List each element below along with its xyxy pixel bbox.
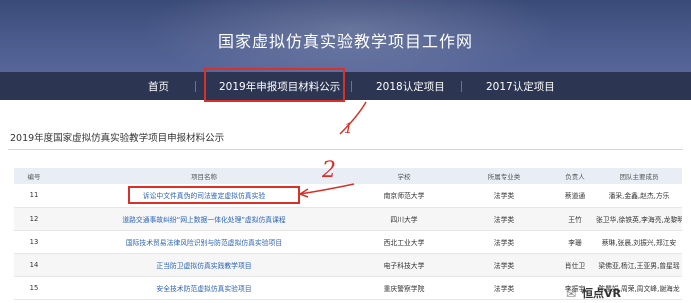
col-header-discipline: 所属专业类: [454, 168, 554, 184]
project-link[interactable]: 正当防卫虚拟仿真实践教学项目: [54, 253, 354, 277]
nav-2018-projects[interactable]: 2018认定项目: [376, 79, 445, 94]
main-nav: 首页 2019年申报项目材料公示 2018认定项目 2017认定项目: [0, 72, 691, 100]
project-link[interactable]: 道路交通事故纠纷“网上数据一体化处理”虚拟仿真课程: [54, 207, 354, 231]
table-row: 13 国际技术贸易法律风险识别与防范虚拟仿真实验项目 西北工业大学 法学类 李珊…: [14, 230, 682, 254]
project-link[interactable]: 安全技术防范虚拟仿真实验项目: [54, 276, 354, 300]
cell-number: 13: [14, 230, 54, 254]
cell-discipline: 法学类: [454, 230, 554, 254]
section-title: 2019年度国家虚拟仿真实验教学项目申报材料公示: [10, 133, 225, 144]
nav-divider: [351, 81, 352, 92]
table-row: 12 道路交通事故纠纷“网上数据一体化处理”虚拟仿真课程 四川大学 法学类 王竹…: [14, 207, 682, 231]
cell-team: 蔡琳,张晨,刘振兴,郑江安: [596, 230, 682, 254]
cell-school: 重庆警察学院: [354, 276, 454, 300]
nav-divider: [195, 81, 196, 92]
section-divider: [8, 149, 683, 150]
cell-number: 12: [14, 207, 54, 231]
cell-school: 西北工业大学: [354, 230, 454, 254]
cell-team: 潘采,金鑫,赵杰,方乐: [596, 184, 682, 208]
col-header-team: 团队主要成员: [596, 168, 682, 184]
watermark: 恒点VR: [582, 287, 621, 300]
cell-leader: 李珊: [554, 230, 596, 254]
cell-discipline: 法学类: [454, 253, 554, 277]
nav-divider: [461, 81, 462, 92]
cell-school: 南京师范大学: [354, 184, 454, 208]
nav-2017-projects[interactable]: 2017认定项目: [486, 79, 555, 94]
cell-leader: 蔡道通: [554, 184, 596, 208]
col-header-leader: 负责人: [554, 168, 596, 184]
site-header: 国家虚拟仿真实验教学项目工作网: [0, 0, 691, 90]
site-title: 国家虚拟仿真实验教学项目工作网: [217, 32, 473, 51]
cell-school: 电子科技大学: [354, 253, 454, 277]
cell-leader: 肖仕卫: [554, 253, 596, 277]
project-link[interactable]: 国际技术贸易法律风险识别与防范虚拟仿真实验项目: [54, 230, 354, 254]
annotation-arrow-2: [299, 183, 355, 198]
cell-discipline: 法学类: [454, 184, 554, 208]
cell-number: 14: [14, 253, 54, 277]
cell-leader: 王竹: [554, 207, 596, 231]
cell-team: 张卫华,徐铁英,李海亮,龙黎明: [596, 207, 682, 231]
cell-discipline: 法学类: [454, 276, 554, 300]
cell-number: 11: [14, 184, 54, 208]
cell-number: 15: [14, 276, 54, 300]
annotation-box-row: [128, 186, 300, 204]
cell-school: 四川大学: [354, 207, 454, 231]
table-row: 14 正当防卫虚拟仿真实践教学项目 电子科技大学 法学类 肖仕卫 梁佛亚,杨江,…: [14, 253, 682, 277]
annotation-label-1: 1: [344, 121, 353, 137]
nav-home[interactable]: 首页: [148, 79, 169, 94]
wechat-icon: ✉: [566, 287, 577, 301]
annotation-box-nav: [204, 68, 345, 102]
cell-discipline: 法学类: [454, 207, 554, 231]
col-header-school: 学校: [354, 168, 454, 184]
cell-team: 梁佛亚,杨江,王亚男,曾星瑶: [596, 253, 682, 277]
col-header-number: 编号: [14, 168, 54, 184]
